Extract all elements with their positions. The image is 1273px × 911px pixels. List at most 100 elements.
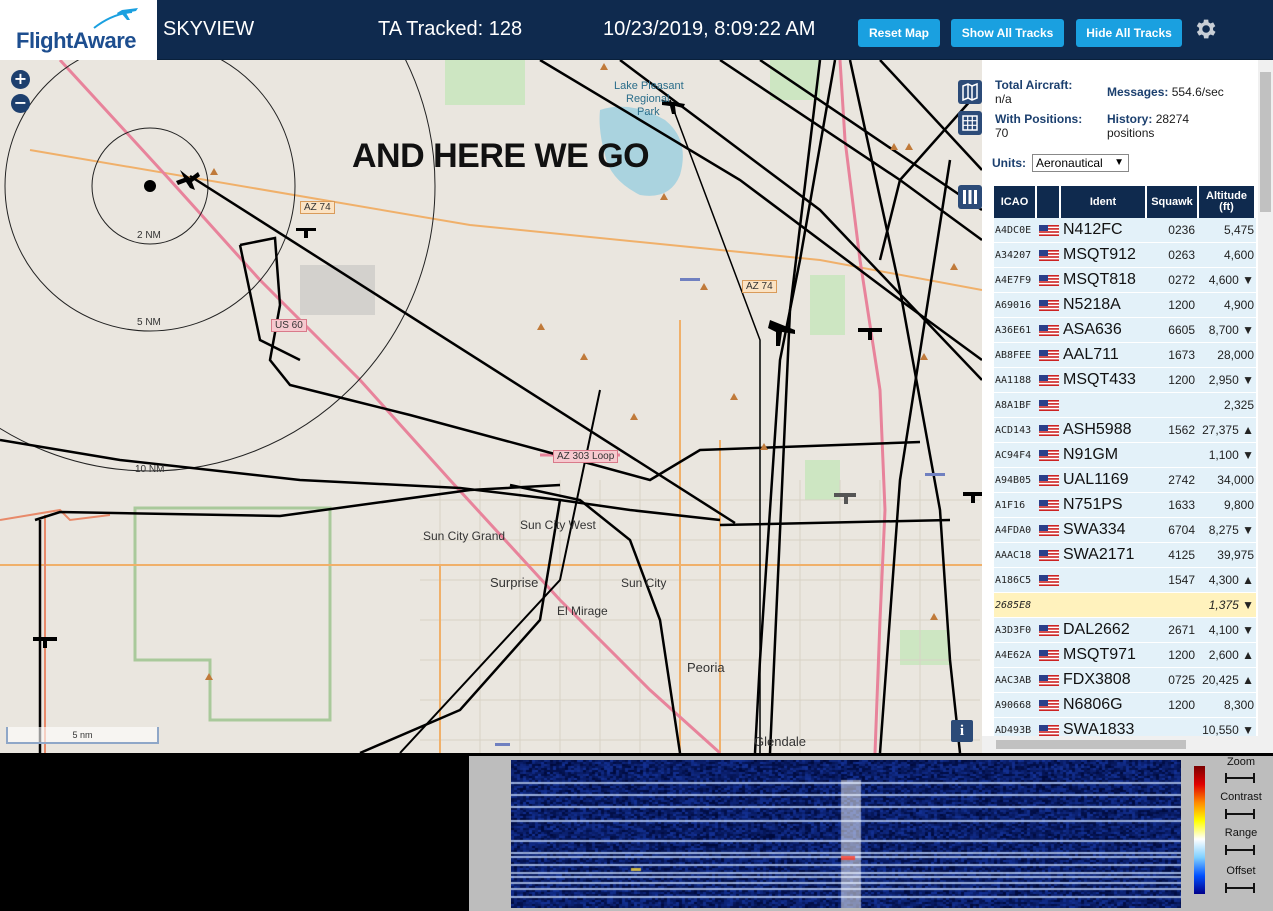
- road-label: US 60: [271, 319, 307, 332]
- table-row[interactable]: AC94F4 N91GM 1,100 ▼: [994, 443, 1256, 468]
- table-row[interactable]: A34207 MSQT912 0263 4,600: [994, 243, 1256, 268]
- table-row[interactable]: ACD143 ASH5988 1562 27,375 ▲: [994, 418, 1256, 443]
- icao-cell: A8A1BF: [995, 399, 1032, 411]
- us-flag-icon: [1039, 624, 1059, 636]
- us-flag-icon: [1039, 224, 1059, 236]
- zoom-out-icon[interactable]: −: [11, 94, 30, 113]
- aircraft-sidebar: Total Aircraft: n/a With Positions: 70 M…: [982, 60, 1273, 753]
- hide-all-tracks-button[interactable]: Hide All Tracks: [1076, 19, 1182, 47]
- table-row[interactable]: A94B05 UAL1169 2742 34,000: [994, 468, 1256, 493]
- col-squawk[interactable]: Squawk: [1147, 186, 1199, 218]
- map-layer-icon[interactable]: [958, 80, 982, 104]
- altitude-cell: 28,000: [1217, 348, 1254, 362]
- history-label: History:: [1107, 112, 1153, 126]
- table-row[interactable]: AAAC18 SWA2171 4125 39,975: [994, 543, 1256, 568]
- road-label: AZ 74: [742, 280, 777, 293]
- zoom-in-icon[interactable]: +: [11, 70, 30, 89]
- table-row[interactable]: A4FDA0 SWA334 6704 8,275 ▼: [994, 518, 1256, 543]
- range-ring-label: 5 NM: [137, 317, 161, 328]
- flightaware-logo[interactable]: FlightAware: [0, 0, 157, 60]
- squawk-cell: 1673: [1168, 348, 1195, 362]
- offset-slider[interactable]: [1225, 883, 1255, 893]
- table-row[interactable]: 2685E8 1,375 ▼: [994, 593, 1256, 618]
- table-row[interactable]: AAC3AB FDX3808 0725 20,425 ▲: [994, 668, 1256, 693]
- vertical-scrollbar[interactable]: [1258, 60, 1273, 753]
- us-flag-icon: [1039, 549, 1059, 561]
- range-label: Range: [1224, 827, 1258, 839]
- table-row[interactable]: A3D3F0 DAL2662 2671 4,100 ▼: [994, 618, 1256, 643]
- place-label: Surprise: [490, 575, 539, 590]
- ident-cell: FDX3808: [1063, 671, 1131, 688]
- with-positions-stat: With Positions: 70: [995, 112, 1082, 140]
- ident-cell: N412FC: [1063, 221, 1123, 238]
- altitude-cell: 2,600 ▲: [1208, 648, 1254, 662]
- table-row[interactable]: A4DC0E N412FC 0236 5,475: [994, 218, 1256, 243]
- altitude-cell: 4,600: [1223, 248, 1254, 262]
- icao-cell: A4E62A: [995, 649, 1032, 661]
- icao-cell: A4DC0E: [995, 224, 1032, 236]
- table-row[interactable]: A4E7F9 MSQT818 0272 4,600 ▼: [994, 268, 1256, 293]
- grid-icon[interactable]: [958, 111, 982, 135]
- table-row[interactable]: A8A1BF 2,325: [994, 393, 1256, 418]
- units-dropdown[interactable]: Aeronautical ▼: [1032, 154, 1129, 172]
- contrast-slider[interactable]: [1225, 809, 1255, 819]
- col-flag[interactable]: [1037, 186, 1061, 218]
- reset-map-button[interactable]: Reset Map: [858, 19, 940, 47]
- place-label: Glendale: [754, 734, 807, 749]
- col-ident[interactable]: Ident: [1061, 186, 1147, 218]
- altitude-cell: 2,325: [1223, 398, 1254, 412]
- ident-cell: SWA334: [1063, 521, 1126, 538]
- altitude-cell: 8,700 ▼: [1208, 323, 1254, 337]
- table-row[interactable]: AB8FEE AAL711 1673 28,000: [994, 343, 1256, 368]
- history-stat: History: 28274 positions: [1107, 112, 1189, 140]
- icao-cell: A94B05: [995, 474, 1032, 486]
- altitude-cell: 1,375 ▼: [1208, 598, 1254, 612]
- table-row[interactable]: A36E61 ASA636 6605 8,700 ▼: [994, 318, 1256, 343]
- gear-icon[interactable]: [1192, 16, 1218, 42]
- icao-cell: AC94F4: [995, 449, 1032, 461]
- waterfall-display[interactable]: [511, 760, 1181, 908]
- ident-cell: UAL1169: [1063, 471, 1129, 488]
- icao-cell: AA1188: [995, 374, 1032, 386]
- total-aircraft-stat: Total Aircraft: n/a: [995, 78, 1072, 106]
- flag-cell: [1037, 674, 1061, 686]
- range-ring-label: 10 NM: [135, 464, 165, 475]
- map-view[interactable]: + − AND HERE WE GO 2 NM 5 NM 10 NM Lake …: [0, 60, 982, 753]
- squawk-cell: 4125: [1168, 548, 1195, 562]
- altitude-cell: 8,300: [1223, 698, 1254, 712]
- table-row[interactable]: A90668 N6806G 1200 8,300: [994, 693, 1256, 718]
- columns-icon[interactable]: [958, 185, 982, 209]
- icao-cell: AAC3AB: [995, 674, 1032, 686]
- table-row[interactable]: A1F16 N751PS 1633 9,800: [994, 493, 1256, 518]
- table-row[interactable]: AA1188 MSQT433 1200 2,950 ▼: [994, 368, 1256, 393]
- place-label: Sun City Grand: [423, 529, 506, 543]
- col-altitude[interactable]: Altitude (ft): [1199, 186, 1256, 218]
- flag-cell: [1037, 649, 1061, 661]
- ident-cell: N6806G: [1063, 696, 1123, 713]
- squawk-cell: 1200: [1168, 298, 1195, 312]
- zoom-slider[interactable]: [1225, 773, 1255, 783]
- icao-cell: AAAC18: [995, 549, 1032, 561]
- flag-cell: [1037, 524, 1061, 536]
- icao-cell: AB8FEE: [995, 349, 1032, 361]
- us-flag-icon: [1039, 349, 1059, 361]
- range-slider[interactable]: [1225, 845, 1255, 855]
- icao-cell: A36E61: [995, 324, 1032, 336]
- show-all-tracks-button[interactable]: Show All Tracks: [951, 19, 1064, 47]
- horizontal-scrollbar[interactable]: [982, 736, 1258, 753]
- range-ring-label: 2 NM: [137, 230, 161, 241]
- datetime: 10/23/2019, 8:09:22 AM: [603, 18, 816, 40]
- table-header: ICAO Ident Squawk Altitude (ft): [994, 186, 1256, 218]
- altitude-cell: 20,425 ▲: [1202, 673, 1254, 687]
- flag-cell: [1037, 699, 1061, 711]
- table-row[interactable]: A4E62A MSQT971 1200 2,600 ▲: [994, 643, 1256, 668]
- ident-cell: MSQT818: [1063, 271, 1136, 288]
- altitude-cell: 2,950 ▼: [1208, 373, 1254, 387]
- table-row[interactable]: A69016 N5218A 1200 4,900: [994, 293, 1256, 318]
- place-label: Sun City West: [520, 518, 596, 532]
- place-label: El Mirage: [557, 604, 608, 618]
- col-icao[interactable]: ICAO: [994, 186, 1037, 218]
- table-row[interactable]: A186C5 1547 4,300 ▲: [994, 568, 1256, 593]
- info-icon[interactable]: i: [951, 720, 973, 742]
- squawk-cell: 1200: [1168, 648, 1195, 662]
